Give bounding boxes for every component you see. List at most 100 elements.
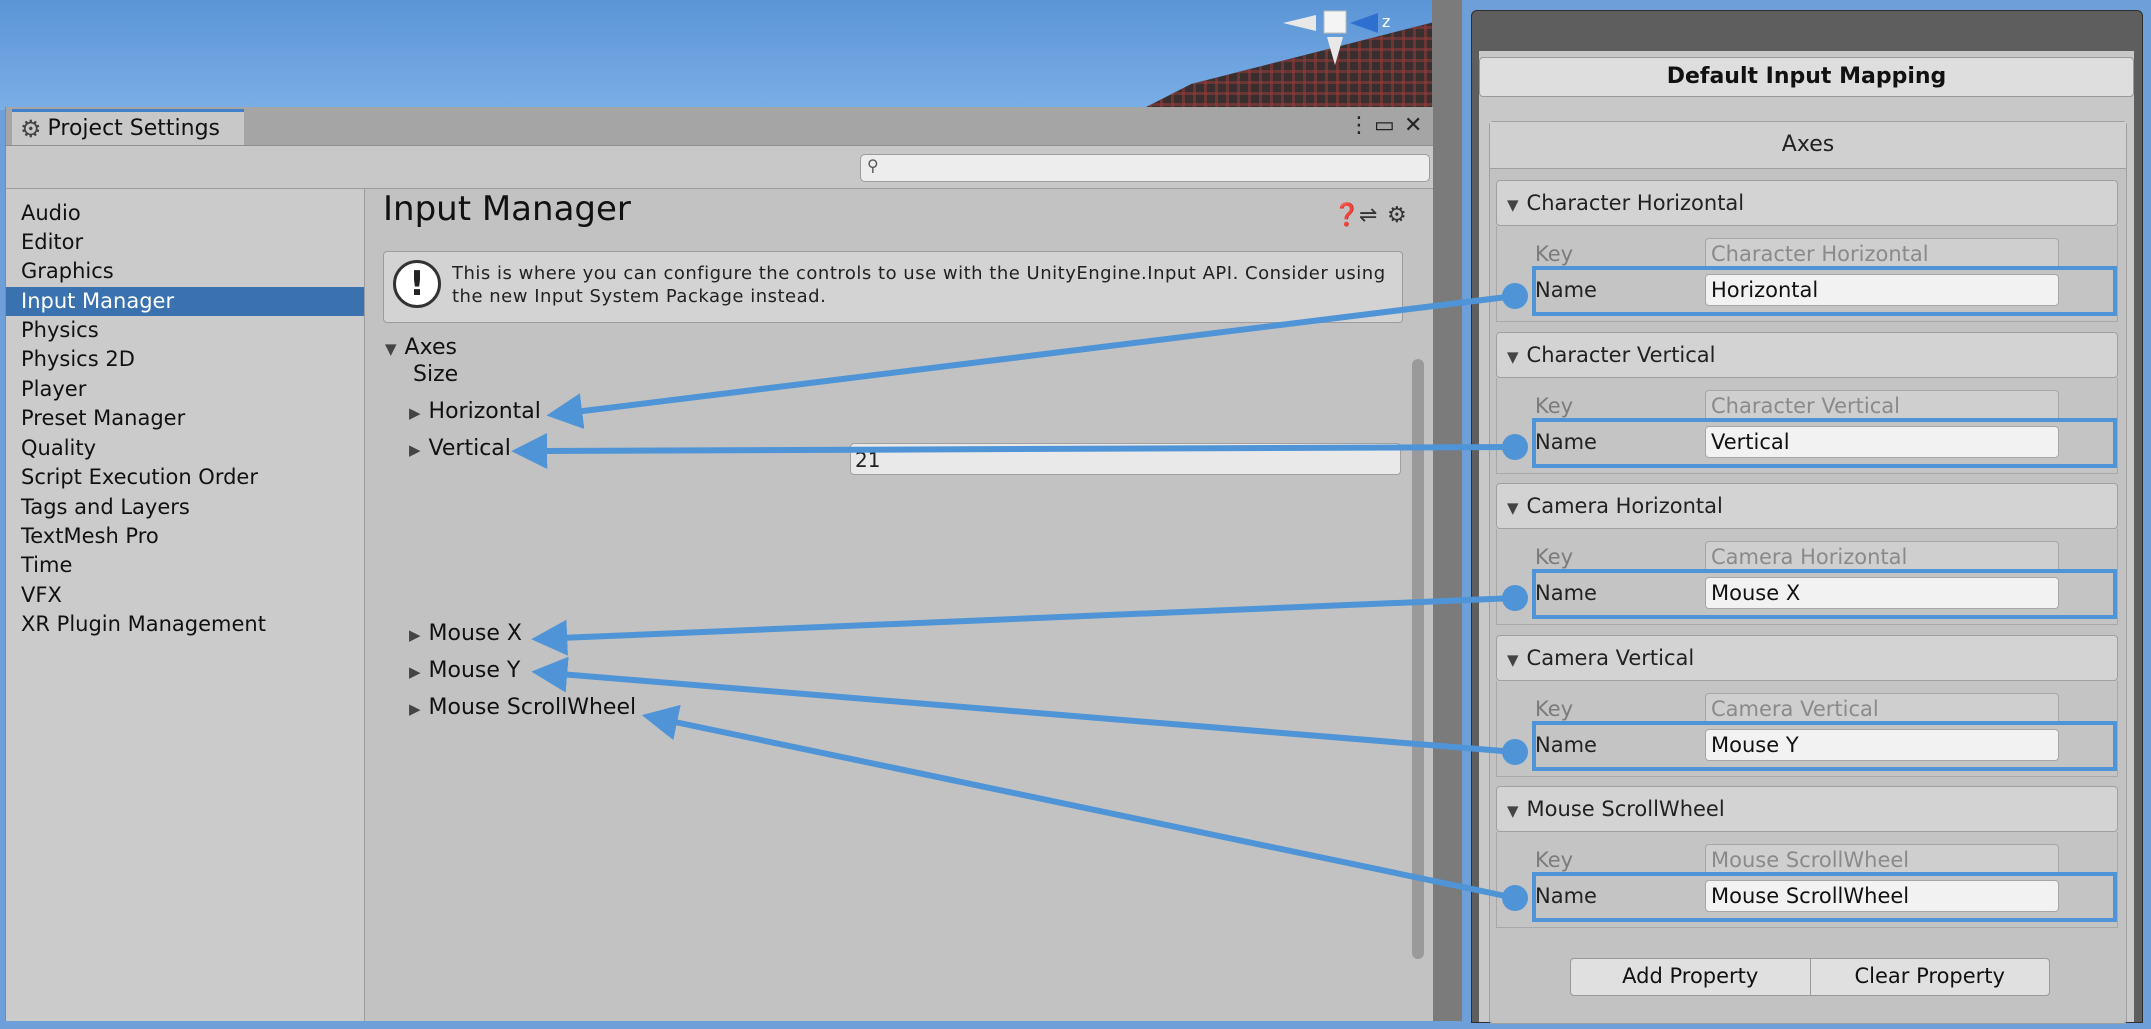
sidebar-item-script-execution-order[interactable]: Script Execution Order — [6, 463, 364, 492]
scrollbar[interactable] — [1408, 339, 1426, 1029]
axis-mouse-scrollwheel[interactable]: ▶ Mouse ScrollWheel — [409, 695, 636, 720]
highlight-box — [1532, 721, 2117, 771]
foldout-open-icon: ▼ — [1507, 196, 1519, 214]
axis-label: Horizontal — [428, 399, 541, 424]
axis-group: ▼ Camera Vertical Key Camera Vertical Nam… — [1496, 635, 2118, 777]
axes-box: Axes ▼ Character Horizontal Key Character… — [1489, 121, 2127, 1024]
inspector-window: Default Input Mapping Axes ▼ Character Ho… — [1471, 10, 2143, 1024]
group-body: Key Camera Vertical Name Mouse Y — [1496, 681, 2118, 777]
close-icon[interactable]: ✕ — [1404, 113, 1422, 138]
gear-icon: ⚙ — [20, 114, 42, 143]
group-header[interactable]: ▼ Camera Horizontal — [1496, 483, 2118, 529]
sidebar-item-audio[interactable]: Audio — [6, 199, 364, 228]
project-settings-window: ⚙ Project Settings ⋮ ▭ ✕ ⚲ Audio Editor … — [5, 107, 1433, 1021]
axis-vertical[interactable]: ▶ Vertical — [409, 436, 511, 461]
tab-bar: ⚙ Project Settings ⋮ ▭ ✕ — [6, 107, 1433, 146]
gizmo-z-label: z — [1382, 12, 1390, 31]
key-label: Key — [1535, 545, 1574, 569]
help-icon[interactable]: ❓ — [1333, 203, 1360, 228]
group-title: Camera Vertical — [1526, 646, 1695, 670]
group-title: Mouse ScrollWheel — [1526, 797, 1725, 821]
search-input[interactable]: ⚲ — [860, 154, 1430, 182]
group-header[interactable]: ▼ Camera Vertical — [1496, 635, 2118, 681]
foldout-closed-icon: ▶ — [409, 626, 421, 644]
maximize-icon[interactable]: ▭ — [1374, 113, 1395, 138]
axis-mouse-x[interactable]: ▶ Mouse X — [409, 621, 522, 646]
axis-group: ▼ Character Horizontal Key Character Hori… — [1496, 180, 2118, 322]
axis-group: ▼ Camera Horizontal Key Camera Horizontal… — [1496, 483, 2118, 625]
editor-gutter — [1432, 0, 1462, 1021]
key-label: Key — [1535, 242, 1574, 266]
sidebar-item-preset-manager[interactable]: Preset Manager — [6, 404, 364, 433]
axes-header[interactable]: Axes — [1490, 122, 2126, 169]
add-property-button[interactable]: Add Property — [1571, 959, 1811, 995]
sidebar-item-player[interactable]: Player — [6, 375, 364, 404]
group-title: Character Horizontal — [1526, 191, 1745, 215]
sidebar-item-quality[interactable]: Quality — [6, 434, 364, 463]
info-text: This is where you can configure the cont… — [452, 263, 1386, 307]
axes-label: Axes — [404, 335, 457, 360]
sidebar-item-physics[interactable]: Physics — [6, 316, 364, 345]
foldout-open-icon: ▼ — [385, 340, 397, 358]
axis-label: Mouse Y — [428, 658, 521, 683]
sidebar-item-textmesh-pro[interactable]: TextMesh Pro — [6, 522, 364, 551]
settings-sidebar: Audio Editor Graphics Input Manager Phys… — [6, 189, 365, 1021]
sidebar-item-time[interactable]: Time — [6, 551, 364, 580]
axis-label: Mouse X — [428, 621, 522, 646]
axis-group: ▼ Mouse ScrollWheel Key Mouse ScrollWheel… — [1496, 786, 2118, 928]
scrollbar-thumb[interactable] — [1412, 359, 1424, 959]
key-label: Key — [1535, 848, 1574, 872]
highlight-box — [1532, 418, 2117, 468]
foldout-closed-icon: ▶ — [409, 700, 421, 718]
tab-project-settings[interactable]: ⚙ Project Settings — [12, 109, 244, 145]
search-icon: ⚲ — [867, 156, 879, 175]
foldout-closed-icon: ▶ — [409, 404, 421, 422]
group-body: Key Character Horizontal Name Horizontal — [1496, 226, 2118, 322]
clear-property-button[interactable]: Clear Property — [1811, 959, 2050, 995]
key-label: Key — [1535, 697, 1574, 721]
info-box: ! This is where you can configure the co… — [383, 251, 1403, 323]
group-body: Key Mouse ScrollWheel Name Mouse ScrollW… — [1496, 832, 2118, 928]
highlight-box — [1532, 872, 2117, 922]
group-header[interactable]: ▼ Character Vertical — [1496, 332, 2118, 378]
settings-gear-icon[interactable]: ⚙ — [1387, 203, 1407, 228]
size-label: Size — [413, 362, 459, 387]
input-manager-panel: Input Manager ❓ ⇌ ⚙ ! This is where you … — [365, 189, 1433, 1021]
sidebar-item-xr-plugin-management[interactable]: XR Plugin Management — [6, 610, 364, 639]
size-field[interactable]: 21 — [850, 443, 1401, 475]
axis-group: ▼ Character Vertical Key Character Vertic… — [1496, 332, 2118, 474]
sidebar-item-tags-and-layers[interactable]: Tags and Layers — [6, 493, 364, 522]
axis-label: Vertical — [428, 436, 511, 461]
inspector-title: Default Input Mapping — [1479, 57, 2134, 97]
group-body: Key Character Vertical Name Vertical — [1496, 378, 2118, 474]
axis-label: Mouse ScrollWheel — [428, 695, 637, 720]
group-title: Character Vertical — [1526, 343, 1716, 367]
property-buttons: Add Property Clear Property — [1570, 958, 2050, 996]
inspector-content: Default Input Mapping Axes ▼ Character Ho… — [1479, 51, 2134, 1024]
axis-mouse-y[interactable]: ▶ Mouse Y — [409, 658, 520, 683]
highlight-box — [1532, 569, 2117, 619]
key-label: Key — [1535, 394, 1574, 418]
foldout-closed-icon: ▶ — [409, 663, 421, 681]
axis-horizontal[interactable]: ▶ Horizontal — [409, 399, 541, 424]
group-header[interactable]: ▼ Mouse ScrollWheel — [1496, 786, 2118, 832]
foldout-open-icon: ▼ — [1507, 651, 1519, 669]
sidebar-item-input-manager[interactable]: Input Manager — [6, 287, 364, 316]
sidebar-item-editor[interactable]: Editor — [6, 228, 364, 257]
sidebar-item-vfx[interactable]: VFX — [6, 581, 364, 610]
foldout-open-icon: ▼ — [1507, 802, 1519, 820]
page-title: Input Manager — [383, 189, 631, 229]
preset-icon[interactable]: ⇌ — [1359, 203, 1377, 228]
group-title: Camera Horizontal — [1526, 494, 1723, 518]
group-body: Key Camera Horizontal Name Mouse X — [1496, 529, 2118, 625]
scene-orientation-gizmo[interactable]: z — [1278, 5, 1428, 85]
axes-foldout[interactable]: ▼ Axes — [385, 335, 457, 360]
sidebar-item-graphics[interactable]: Graphics — [6, 257, 364, 286]
search-row: ⚲ — [6, 146, 1433, 189]
warning-icon: ! — [393, 260, 441, 308]
group-header[interactable]: ▼ Character Horizontal — [1496, 180, 2118, 226]
sidebar-item-physics-2d[interactable]: Physics 2D — [6, 345, 364, 374]
more-options-icon[interactable]: ⋮ — [1348, 113, 1370, 138]
highlight-box — [1532, 266, 2117, 316]
foldout-open-icon: ▼ — [1507, 348, 1519, 366]
